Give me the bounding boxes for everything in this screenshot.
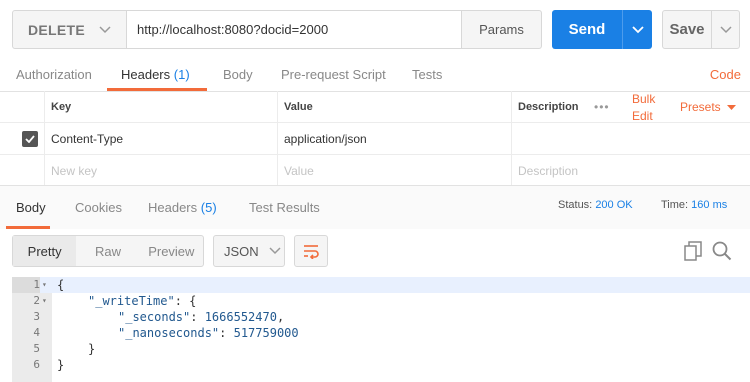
chevron-down-icon: [631, 25, 644, 33]
status-label: Status:: [558, 199, 593, 211]
code-link[interactable]: Code: [710, 67, 741, 82]
tab-prerequest-script[interactable]: Pre-request Script: [281, 67, 386, 82]
code-line: 1 ▾ {: [12, 277, 750, 293]
tab-headers-count: (1): [173, 67, 190, 82]
chevron-down-icon: [719, 25, 732, 33]
json-punct: : {: [174, 294, 197, 308]
code-line: 3 "_seconds": 1666552470,: [12, 309, 750, 325]
format-select[interactable]: JSON: [213, 235, 285, 267]
table-header-row: Key Value Description ••• Bulk Edit Pres…: [0, 91, 750, 123]
params-button[interactable]: Params: [461, 11, 541, 48]
line-number: 6: [33, 358, 40, 371]
response-body-editor[interactable]: 1 ▾ { 2 ▾ "_writeTime": { 3 "_seconds": …: [12, 277, 750, 382]
url-input[interactable]: http://localhost:8080?docid=2000: [127, 11, 461, 48]
tab-tests[interactable]: Tests: [412, 67, 442, 82]
tab-authorization[interactable]: Authorization: [16, 67, 92, 82]
method-select[interactable]: DELETE: [13, 11, 127, 48]
response-tab-cookies[interactable]: Cookies: [75, 200, 122, 215]
format-label: JSON: [224, 243, 259, 259]
save-button[interactable]: Save: [662, 10, 740, 49]
new-value-input[interactable]: Value: [277, 155, 511, 186]
code-line: 4 "_nanoseconds": 517759000: [12, 325, 750, 341]
tab-headers[interactable]: Headers (1): [121, 67, 190, 82]
json-key: "_nanoseconds": [118, 326, 220, 340]
chevron-down-icon: [269, 247, 281, 255]
request-bar: DELETE http://localhost:8080?docid=2000 …: [12, 10, 542, 49]
method-label: DELETE: [27, 21, 86, 38]
presets-label: Presets: [680, 100, 721, 114]
more-options-icon[interactable]: •••: [594, 100, 610, 114]
status-readout: Status: 200 OK: [558, 199, 633, 211]
header-key-field[interactable]: Content-Type: [44, 123, 277, 154]
headers-table: Key Value Description ••• Bulk Edit Pres…: [0, 91, 750, 187]
description-label: Description: [518, 100, 579, 113]
code-text: }: [57, 358, 65, 372]
response-tab-body[interactable]: Body: [16, 200, 46, 215]
response-tab-headers[interactable]: Headers (5): [148, 200, 217, 215]
presets-dropdown[interactable]: Presets: [680, 100, 737, 114]
column-header-key: Key: [44, 91, 277, 122]
active-response-tab-indicator: [6, 226, 50, 229]
code-text: "_nanoseconds": 517759000: [118, 326, 299, 340]
fold-toggle-icon[interactable]: ▾: [42, 277, 47, 293]
code-text: }: [88, 342, 96, 356]
wrap-lines-button[interactable]: [294, 235, 328, 267]
caret-down-icon: [727, 105, 737, 110]
view-pretty-button[interactable]: Pretty: [13, 236, 77, 266]
json-number: 517759000: [233, 326, 299, 340]
view-mode-segmented: Pretty Raw Preview: [12, 235, 204, 267]
view-raw-button[interactable]: Raw: [76, 236, 139, 266]
line-number: 4: [33, 326, 40, 339]
column-header-value: Value: [277, 91, 511, 122]
line-number: 5: [33, 342, 40, 355]
header-description-field[interactable]: [511, 123, 750, 154]
json-number: 1666552470: [204, 310, 277, 324]
new-key-input[interactable]: New key: [44, 155, 277, 186]
view-preview-button[interactable]: Preview: [140, 236, 203, 266]
time-value: 160 ms: [691, 199, 728, 211]
code-line: 2 ▾ "_writeTime": {: [12, 293, 750, 309]
json-key: "_writeTime": [88, 294, 175, 308]
send-button[interactable]: Send: [552, 10, 652, 49]
line-number: 1: [12, 277, 40, 293]
tab-headers-label: Headers: [121, 67, 171, 82]
line-number: 3: [33, 310, 40, 323]
wrap-lines-icon: [304, 245, 319, 259]
new-description-input[interactable]: Description: [511, 155, 750, 186]
tab-body[interactable]: Body: [223, 67, 253, 82]
save-dropdown-button[interactable]: [711, 11, 739, 48]
header-value-field[interactable]: application/json: [277, 123, 511, 154]
bulk-edit-line1: Bulk: [632, 92, 656, 106]
code-text: "_writeTime": {: [88, 293, 196, 309]
table-row-new: New key Value Description: [0, 155, 750, 187]
send-label: Send: [568, 21, 606, 38]
response-tab-headers-count: (5): [200, 200, 217, 215]
line-number: 2: [33, 294, 40, 307]
chevron-down-icon: [99, 23, 111, 37]
fold-toggle-icon[interactable]: ▾: [42, 293, 47, 309]
copy-icon[interactable]: [684, 241, 702, 264]
response-tab-headers-label: Headers: [148, 200, 198, 215]
send-dropdown-button[interactable]: [622, 10, 652, 49]
code-line: 6 }: [12, 357, 750, 373]
response-tab-test-results[interactable]: Test Results: [249, 200, 320, 215]
bulk-edit-link[interactable]: Bulk Edit: [632, 91, 655, 125]
checkmark-icon: [25, 135, 35, 143]
code-text: "_seconds": 1666552470,: [118, 310, 285, 324]
time-readout: Time: 160 ms: [661, 199, 727, 211]
search-icon[interactable]: [712, 241, 732, 264]
code-line: 5 }: [12, 341, 750, 357]
header-enabled-checkbox[interactable]: [22, 131, 38, 147]
status-value: 200 OK: [595, 199, 633, 211]
json-key: "_seconds": [118, 310, 191, 324]
time-label: Time:: [661, 199, 689, 211]
code-text: {: [57, 278, 65, 292]
table-row: Content-Type application/json: [0, 123, 750, 155]
save-label: Save: [669, 21, 705, 38]
